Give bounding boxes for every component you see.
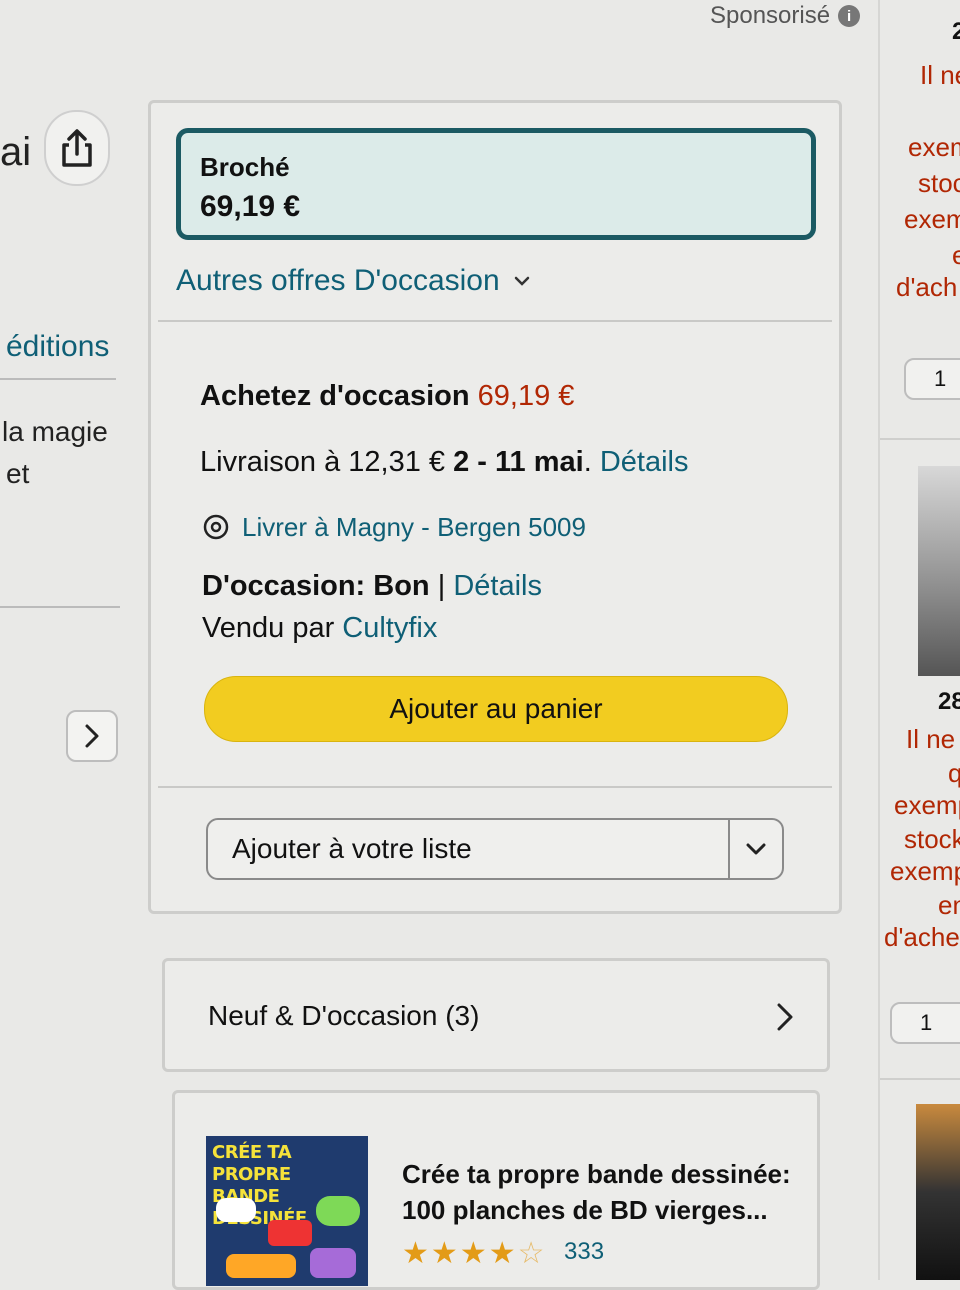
delivery-fee: Livraison à 12,31 € (200, 446, 446, 478)
share-button[interactable] (44, 110, 110, 186)
section-divider (158, 320, 832, 322)
right-text-fragment: q (948, 758, 960, 788)
right-text-fragment: e (952, 240, 960, 270)
right-text-fragment: d'acher (884, 922, 960, 952)
add-to-list-label: Ajouter à votre liste (232, 833, 472, 864)
editions-link[interactable]: éditions (6, 330, 109, 364)
buy-used-label: Achetez d'occasion (200, 380, 470, 412)
add-to-cart-button[interactable]: Ajouter au panier (204, 676, 788, 742)
right-text-fragment: exem (904, 204, 960, 234)
seller-prefix: Vendu par (202, 612, 335, 644)
format-price: 69,19 € (200, 190, 301, 223)
chevron-right-icon (774, 1002, 796, 1037)
delivery-dates: 2 - 11 mai (453, 446, 584, 478)
right-text-fragment: exemp (890, 856, 960, 886)
section-divider (158, 786, 832, 788)
condition-separator: | (437, 570, 446, 602)
carousel-next-button[interactable] (66, 710, 118, 762)
product-thumbnail[interactable] (918, 466, 960, 676)
delivery-period: . (583, 446, 592, 478)
right-text-fragment: en (938, 890, 960, 920)
add-to-list-caret[interactable] (728, 820, 782, 878)
cover-art (216, 1198, 256, 1222)
info-icon[interactable]: i (838, 5, 861, 27)
sponsored-product-title[interactable]: Crée ta propre bande dessinée: 100 planc… (402, 1156, 802, 1228)
star-full-icon: ★ (459, 1237, 487, 1270)
other-offers-label: Autres offres D'occasion (176, 264, 500, 297)
condition-info: D'occasion: Bon | Détails (202, 570, 542, 603)
product-thumbnail[interactable] (916, 1104, 960, 1280)
right-text-fragment: exemp (894, 790, 960, 820)
new-and-used-label: Neuf & D'occasion (3) (208, 1000, 480, 1031)
share-icon (62, 129, 92, 167)
cover-art (268, 1220, 312, 1246)
seller-link[interactable]: Cultyfix (342, 612, 437, 644)
quantity-select[interactable]: 1 (890, 1002, 960, 1044)
delivery-details-link[interactable]: Détails (600, 446, 689, 478)
right-text-fragment: Il ne (906, 724, 956, 754)
condition-label: D'occasion: Bon (202, 570, 430, 602)
star-full-icon: ★ (488, 1237, 516, 1270)
other-offers-toggle[interactable]: Autres offres D'occasion (176, 264, 530, 298)
right-text-fragment: 28 (938, 688, 960, 715)
cover-art (316, 1196, 360, 1226)
delivery-location-link[interactable]: Livrer à Magny - Bergen 5009 (202, 512, 586, 543)
location-pin-icon (203, 514, 229, 539)
chevron-down-icon (514, 276, 529, 286)
right-text-fragment: 2 (952, 18, 960, 45)
right-text-fragment: d'ach (896, 272, 958, 302)
buy-used-heading: Achetez d'occasion 69,19 € (200, 380, 574, 413)
seller-info: Vendu par Cultyfix (202, 612, 437, 645)
location-label: Livrer à Magny - Bergen 5009 (242, 512, 586, 542)
delivery-info: Livraison à 12,31 € 2 - 11 mai. Détails (200, 446, 689, 479)
condition-details-link[interactable]: Détails (453, 570, 542, 602)
sponsored-label: Sponsorisé i (710, 2, 861, 30)
star-rating[interactable]: ★ ★ ★ ★ ☆ (402, 1236, 545, 1271)
star-full-icon: ★ (402, 1237, 429, 1270)
cover-art (226, 1254, 296, 1278)
quantity-select[interactable]: 1 (904, 358, 960, 400)
format-name: Broché (200, 152, 290, 182)
product-cover-image[interactable]: CRÉE TA PROPRE BANDE DESSINÉE (206, 1136, 368, 1286)
star-half-icon: ☆ (517, 1237, 545, 1270)
product-title-fragment: ai (0, 130, 32, 174)
rating-count[interactable]: 333 (564, 1238, 604, 1266)
right-text-fragment: exem (908, 132, 960, 162)
buy-used-price: 69,19 € (477, 380, 575, 412)
right-product-column: 2 Il ne exem stoc exem e d'ach 1 28 Il n… (880, 0, 960, 1280)
divider (880, 438, 960, 440)
right-text-fragment: stock (904, 824, 960, 854)
add-to-list-dropdown[interactable]: Ajouter à votre liste (206, 818, 784, 880)
description-snippet-line: la magie (2, 416, 108, 447)
right-text-fragment: stoc (918, 168, 960, 198)
right-text-fragment: Il ne (920, 60, 960, 90)
chevron-down-icon (746, 843, 766, 855)
divider (0, 606, 120, 608)
divider (880, 1078, 960, 1080)
sponsored-text: Sponsorisé (710, 2, 831, 29)
chevron-right-icon (85, 724, 99, 748)
description-snippet-line: et (6, 458, 30, 489)
star-full-icon: ★ (430, 1237, 458, 1270)
divider (0, 378, 116, 380)
cover-art (310, 1248, 356, 1278)
